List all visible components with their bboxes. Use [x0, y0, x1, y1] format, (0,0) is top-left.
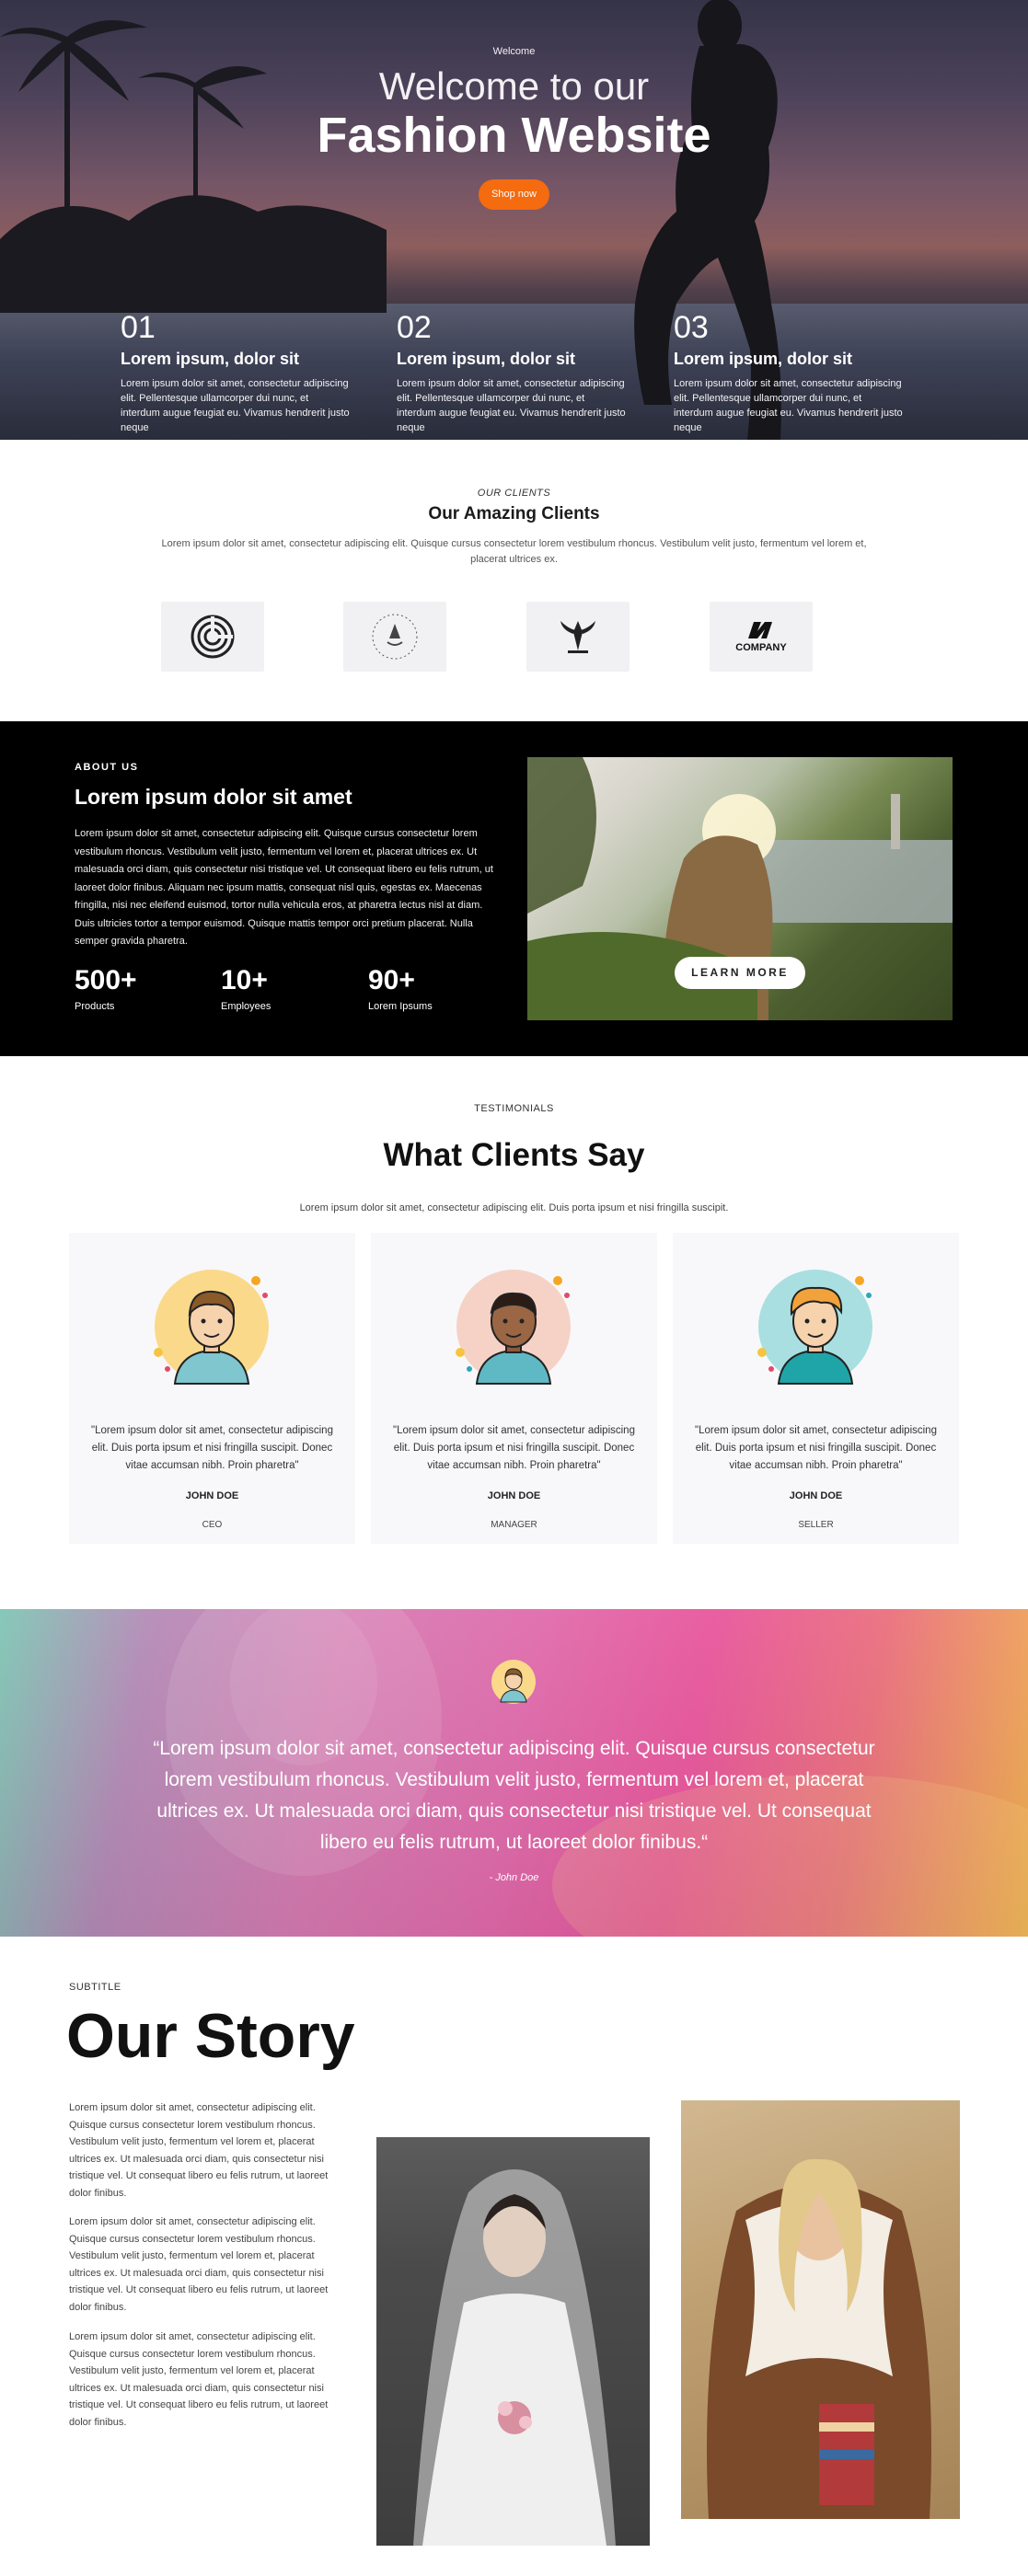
testimonials-description: Lorem ipsum dolor sit amet, consectetur … [299, 1202, 729, 1213]
step-text: Lorem ipsum dolor sit amet, consectetur … [121, 378, 350, 433]
stat-lorem-ipsums: 90+ Lorem Ipsums [368, 965, 433, 1013]
story-title: Our Story [66, 2001, 355, 2071]
client-logo-3[interactable] [526, 602, 630, 672]
testimonial-role: MANAGER [491, 1520, 537, 1530]
story-paragraph: Lorem ipsum dolor sit amet, consectetur … [69, 2331, 329, 2428]
stat-products: 500+ Products [75, 965, 137, 1013]
story-paragraph: Lorem ipsum dolor sit amet, consectetur … [69, 2102, 329, 2199]
step-number: 03 [674, 310, 709, 345]
stat-value: 90+ [368, 965, 415, 995]
learn-more-button[interactable]: LEARN MORE [675, 957, 805, 989]
story-paragraph: Lorem ipsum dolor sit amet, consectetur … [69, 2216, 329, 2313]
circular-badge-logo-icon [372, 614, 418, 660]
stat-value: 10+ [221, 965, 268, 995]
testimonial-card: "Lorem ipsum dolor sit amet, consectetur… [69, 1233, 355, 1544]
testimonials-title: What Clients Say [383, 1137, 645, 1173]
testimonial-card: "Lorem ipsum dolor sit amet, consectetur… [371, 1233, 657, 1544]
client-logo-2[interactable] [343, 602, 446, 672]
testimonial-quote: "Lorem ipsum dolor sit amet, consectetur… [695, 1425, 937, 1471]
avatar-icon [154, 1270, 269, 1385]
bride-photo [376, 2137, 650, 2546]
stat-label: Lorem Ipsums [368, 1001, 433, 1012]
avatar-icon [456, 1270, 571, 1385]
step-number: 01 [121, 310, 156, 345]
stat-employees: 10+ Employees [221, 965, 271, 1013]
winged-crest-logo-icon [560, 621, 595, 653]
testimonial-quote: "Lorem ipsum dolor sit amet, consectetur… [393, 1425, 635, 1471]
clients-title: Our Amazing Clients [428, 504, 600, 523]
testimonial-name: JOHN DOE [789, 1490, 843, 1501]
company-logo-text: COMPANY [735, 642, 787, 653]
step-number: 02 [397, 310, 432, 345]
hero-kicker: Welcome [492, 46, 536, 57]
stat-label: Employees [221, 1001, 271, 1012]
banner-quote: “Lorem ipsum dolor sit amet, consectetur… [153, 1738, 875, 1853]
testimonial-name: JOHN DOE [185, 1490, 239, 1501]
testimonial-card: "Lorem ipsum dolor sit amet, consectetur… [673, 1233, 959, 1544]
hero-section: Welcome Welcome to our Fashion Website S… [0, 0, 1028, 440]
fur-coat-photo [681, 2100, 960, 2519]
about-title: Lorem ipsum dolor sit amet [75, 785, 352, 809]
step-title: Lorem ipsum, dolor sit [674, 350, 853, 368]
story-kicker: SUBTITLE [69, 1982, 121, 1993]
clients-description: Lorem ipsum dolor sit amet, consectetur … [161, 538, 867, 565]
banner-avatar-icon [491, 1660, 536, 1704]
client-logo-4[interactable]: COMPANY [710, 602, 813, 672]
shop-now-button[interactable]: Shop now [479, 179, 549, 210]
testimonials-kicker: TESTIMONIALS [474, 1103, 554, 1114]
spiral-disc-logo-icon [191, 615, 235, 659]
clients-kicker: OUR CLIENTS [477, 488, 551, 499]
avatar-icon [757, 1270, 872, 1385]
step-title: Lorem ipsum, dolor sit [397, 350, 576, 368]
testimonial-name: JOHN DOE [487, 1490, 541, 1501]
hero-heading-line2: Fashion Website [317, 108, 711, 163]
about-text: Lorem ipsum dolor sit amet, consectetur … [75, 828, 493, 947]
company-logo-icon [748, 622, 772, 638]
testimonial-role: SELLER [798, 1520, 834, 1530]
testimonial-role: CEO [202, 1520, 223, 1530]
feature-step-2: 02 Lorem ipsum, dolor sit Lorem ipsum do… [397, 311, 627, 435]
about-kicker: ABOUT US [75, 762, 139, 773]
fur-coat-model-image [681, 2100, 960, 2519]
hero-heading-line1: Welcome to our [378, 64, 650, 108]
feature-step-1: 01 Lorem ipsum, dolor sit Lorem ipsum do… [121, 311, 351, 435]
banner-author: - John Doe [489, 1872, 539, 1883]
stat-label: Products [75, 1001, 115, 1012]
step-title: Lorem ipsum, dolor sit [121, 350, 300, 368]
bride-image [413, 2169, 616, 2546]
stat-value: 500+ [75, 965, 137, 995]
step-text: Lorem ipsum dolor sit amet, consectetur … [397, 378, 626, 433]
testimonial-quote: "Lorem ipsum dolor sit amet, consectetur… [91, 1425, 333, 1471]
feature-step-3: 03 Lorem ipsum, dolor sit Lorem ipsum do… [674, 311, 904, 435]
step-text: Lorem ipsum dolor sit amet, consectetur … [674, 378, 903, 433]
client-logo-1[interactable] [161, 602, 264, 672]
